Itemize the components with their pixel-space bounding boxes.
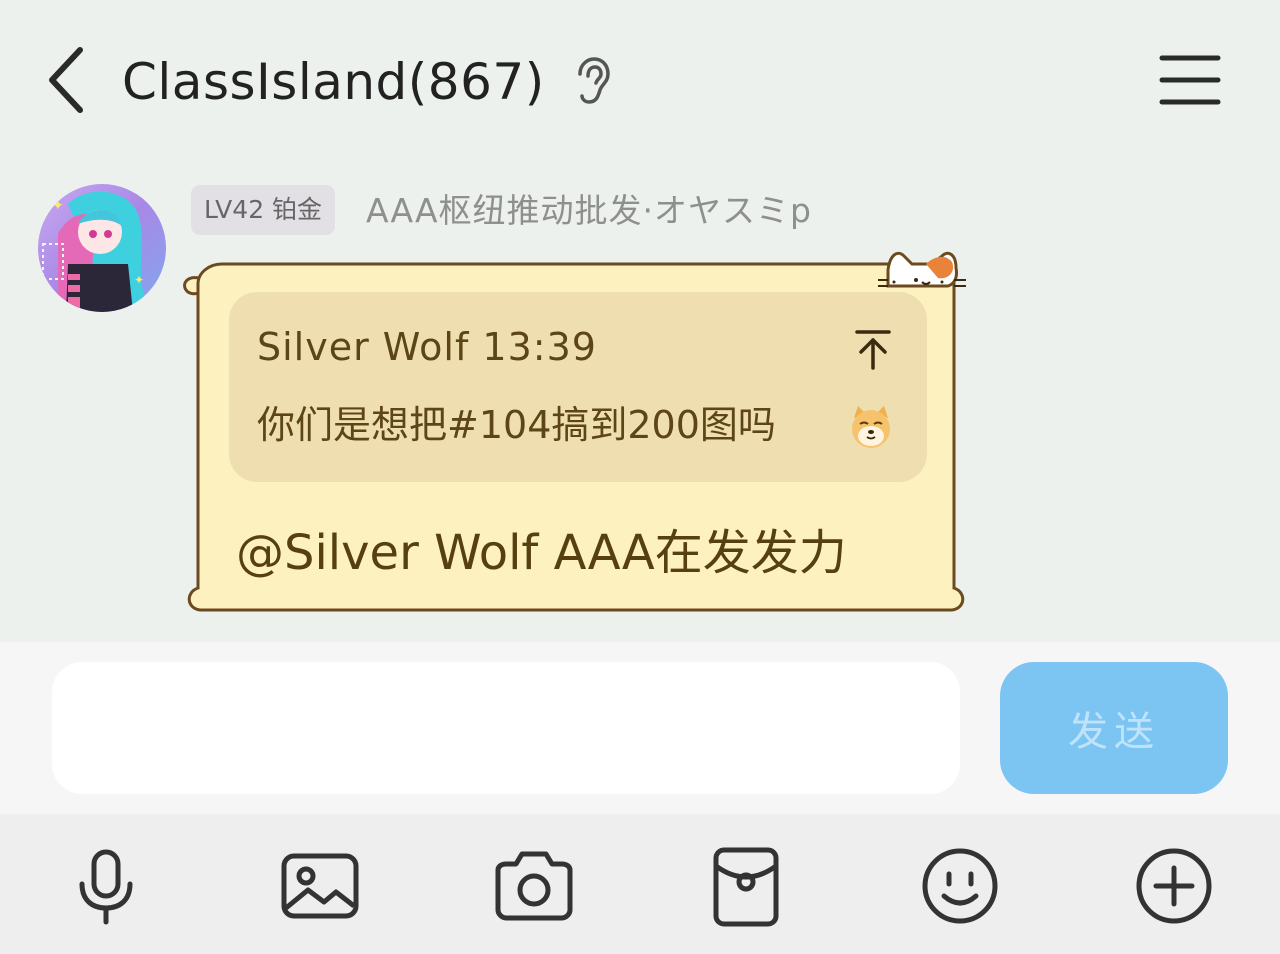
red-packet-button[interactable] xyxy=(704,844,788,928)
emoji-button[interactable] xyxy=(918,844,1002,928)
sender-avatar[interactable]: ✦ ✦ xyxy=(38,184,166,312)
image-icon xyxy=(281,853,359,919)
ear-icon xyxy=(578,57,610,104)
quoted-reply[interactable]: Silver Wolf 13:39 你们是想把#104搞到200图吗 xyxy=(229,292,927,482)
sender-name[interactable]: AAA枢纽推动批发·オヤスミp xyxy=(366,188,812,234)
camera-icon xyxy=(495,851,573,921)
red-packet-icon xyxy=(713,847,779,927)
message-text: @Silver Wolf AAA在发发力 xyxy=(236,525,847,581)
chevron-left-icon xyxy=(49,47,83,113)
shiba-dog-emoji xyxy=(852,406,890,448)
hamburger-menu-icon xyxy=(1159,55,1221,105)
microphone-icon xyxy=(79,849,133,925)
level-badge: LV42 铂金 xyxy=(191,185,336,235)
jump-to-original-button[interactable] xyxy=(853,328,893,372)
chat-header: ClassIsland(867) xyxy=(0,0,1280,160)
quote-author-time: Silver Wolf 13:39 xyxy=(257,325,597,369)
voice-button[interactable] xyxy=(64,844,148,928)
plus-circle-icon xyxy=(1136,848,1212,924)
arrow-up-to-top-icon xyxy=(855,330,891,370)
menu-button[interactable] xyxy=(1156,50,1224,110)
input-toolbar xyxy=(0,814,1280,954)
image-button[interactable] xyxy=(278,844,362,928)
emoji-smile-icon xyxy=(922,848,998,924)
ear-mode-button[interactable] xyxy=(572,56,612,106)
back-button[interactable] xyxy=(40,42,100,118)
chat-title: ClassIsland(867) xyxy=(122,53,545,111)
anime-avatar-image: ✦ ✦ xyxy=(38,184,166,312)
svg-text:✦: ✦ xyxy=(52,198,64,214)
svg-text:✦: ✦ xyxy=(134,273,144,287)
send-button[interactable]: 发送 xyxy=(1000,662,1228,794)
more-button[interactable] xyxy=(1132,844,1216,928)
message-input[interactable] xyxy=(52,662,960,794)
quote-text: 你们是想把#104搞到200图吗 xyxy=(257,403,776,447)
camera-button[interactable] xyxy=(492,844,576,928)
